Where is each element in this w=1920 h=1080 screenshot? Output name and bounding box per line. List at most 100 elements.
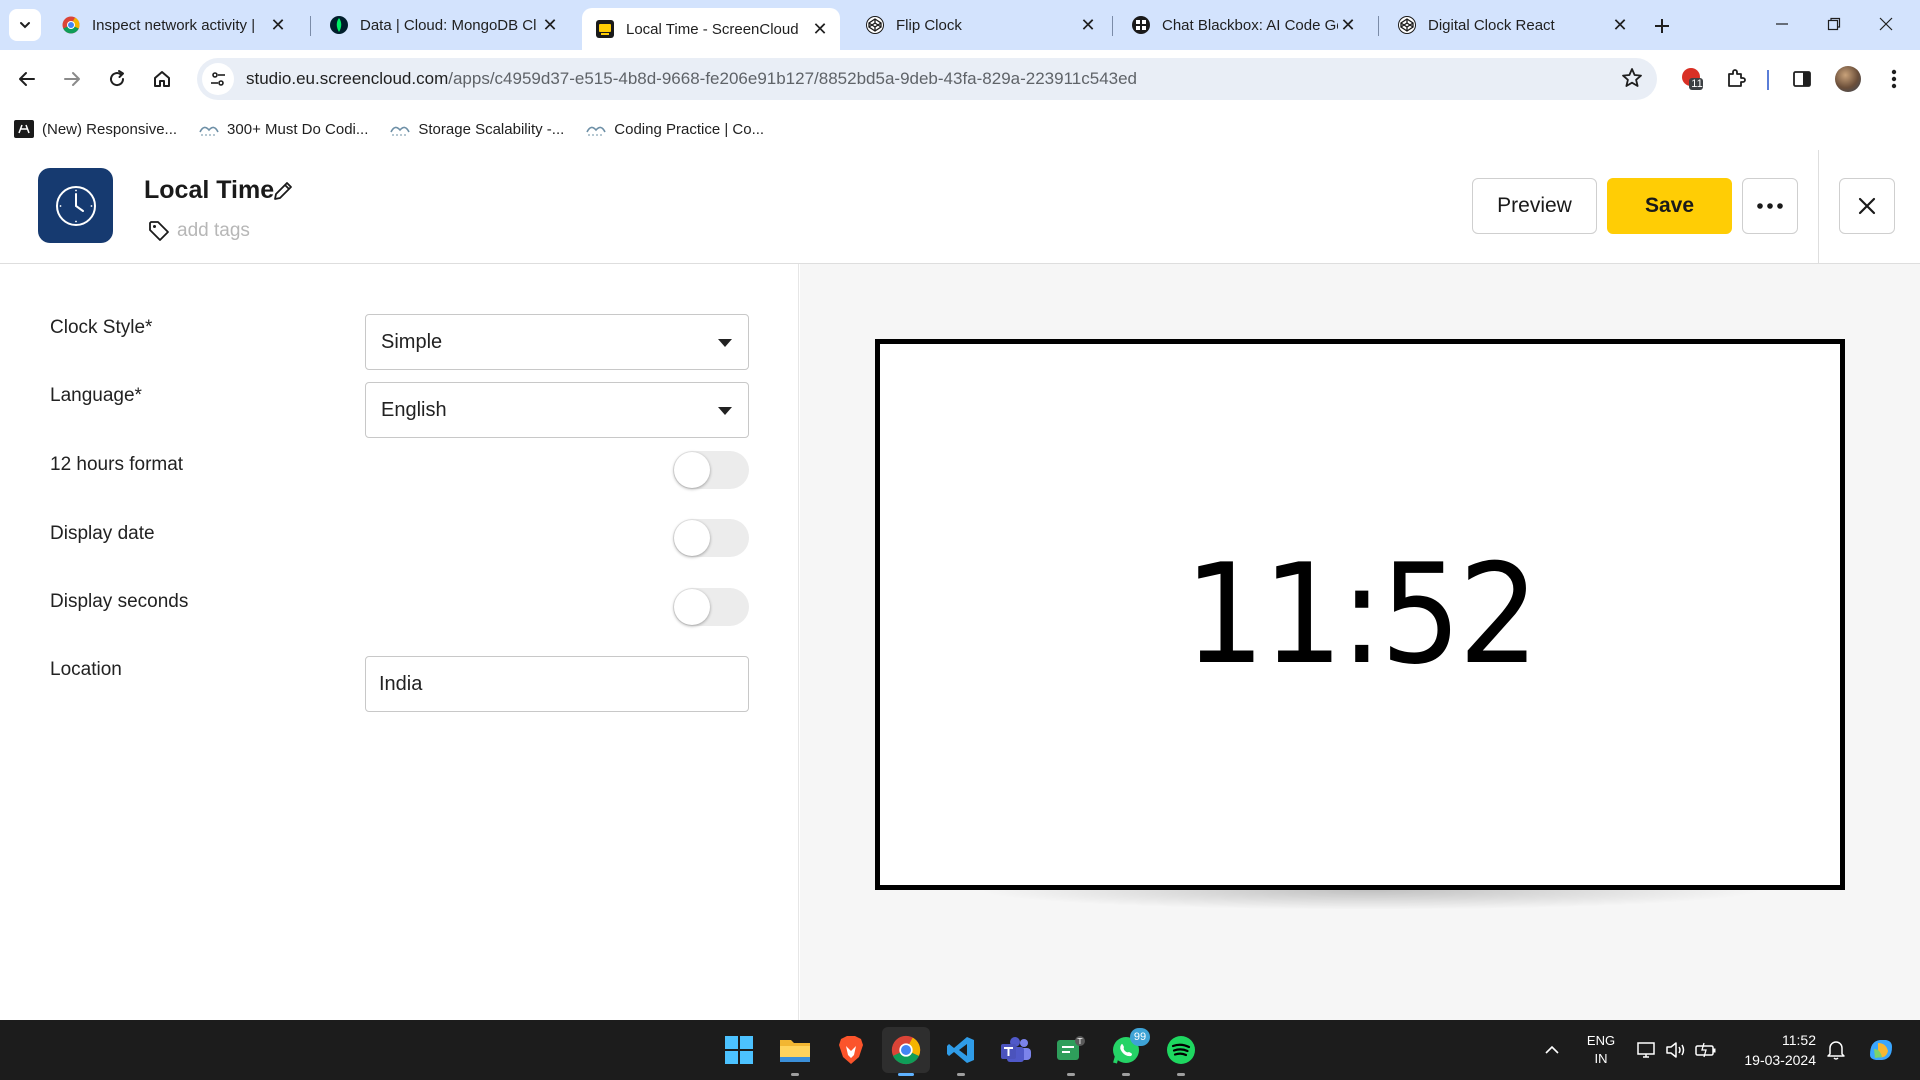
more-options-button[interactable]	[1742, 178, 1798, 234]
toggle-knob	[674, 452, 710, 488]
close-icon[interactable]: ✕	[810, 19, 830, 39]
file-explorer-icon[interactable]	[775, 1030, 815, 1076]
more-horizontal-icon	[1757, 203, 1783, 209]
arrow-right-icon	[64, 72, 80, 86]
codepen-icon	[1398, 16, 1416, 34]
bookmark-item[interactable]: (New) Responsive...	[14, 120, 177, 138]
copilot-icon[interactable]	[1866, 1035, 1896, 1065]
codepen-icon	[866, 16, 884, 34]
bookmark-item[interactable]: 300+ Must Do Codi...	[199, 120, 368, 138]
tab-flip-clock[interactable]: Flip Clock ✕	[852, 8, 1108, 42]
side-panel-button[interactable]	[1786, 63, 1818, 95]
input-language-indicator[interactable]: ENG IN	[1583, 1032, 1619, 1068]
tab-digital-clock-react[interactable]: Digital Clock React ✕	[1384, 8, 1640, 42]
running-indicator	[791, 1073, 799, 1076]
bookmark-item[interactable]: Storage Scalability -...	[390, 120, 564, 138]
running-indicator	[1177, 1073, 1185, 1076]
home-button[interactable]	[146, 63, 178, 95]
window-close-button[interactable]	[1866, 10, 1906, 38]
arrow-left-icon	[19, 72, 35, 86]
tab-title: Inspect network activity |	[92, 16, 256, 34]
windows-taskbar: T 99 ENG IN 11:52 19-03-2024	[0, 1020, 1920, 1080]
notification-badge: 99	[1130, 1028, 1150, 1046]
spotify-icon[interactable]	[1161, 1030, 1201, 1076]
restore-button[interactable]	[1814, 10, 1854, 38]
url-text: studio.eu.screencloud.com/apps/c4959d37-…	[246, 69, 1137, 89]
clock-style-value: Simple	[381, 330, 443, 353]
clock-style-select[interactable]: Simple	[365, 314, 749, 370]
close-icon[interactable]: ✕	[1610, 15, 1630, 35]
chevron-up-icon[interactable]	[1540, 1038, 1564, 1062]
windows-start-icon[interactable]	[719, 1030, 759, 1070]
location-input[interactable]: India	[365, 656, 749, 712]
notifications-bell-icon[interactable]	[1824, 1038, 1848, 1062]
clock-style-label: Clock Style*	[50, 317, 153, 338]
tab-title: Digital Clock React	[1428, 16, 1555, 34]
page-title: Local Time	[144, 176, 275, 204]
screencloud-icon	[596, 20, 614, 38]
site-info-button[interactable]	[202, 63, 234, 95]
profile-avatar-button[interactable]	[1832, 63, 1864, 95]
tab-search-button[interactable]	[9, 9, 41, 41]
browser-toolbar: studio.eu.screencloud.com/apps/c4959d37-…	[0, 50, 1920, 108]
tab-chat-blackbox[interactable]: Chat Blackbox: AI Code Ge ✕	[1118, 8, 1368, 42]
display-seconds-toggle[interactable]	[673, 588, 749, 626]
brave-browser-icon[interactable]	[831, 1030, 871, 1070]
close-icon[interactable]: ✕	[268, 15, 288, 35]
close-icon[interactable]: ✕	[540, 15, 560, 35]
caret-down-icon	[718, 339, 732, 347]
running-indicator	[957, 1073, 965, 1076]
language-select[interactable]: English	[365, 382, 749, 438]
add-tags-input[interactable]: add tags	[177, 220, 250, 242]
side-panel-icon	[1793, 71, 1811, 87]
tab-separator	[1112, 16, 1113, 36]
home-icon	[154, 71, 170, 87]
close-icon[interactable]: ✕	[1078, 15, 1098, 35]
reload-button[interactable]	[101, 63, 133, 95]
clock-app-icon	[38, 168, 113, 243]
running-indicator	[1067, 1073, 1075, 1076]
caret-down-icon	[718, 407, 732, 415]
speaker-icon[interactable]	[1664, 1038, 1688, 1062]
geeksforgeeks-icon	[390, 120, 411, 138]
teams-chat-icon[interactable]: T	[1051, 1030, 1091, 1076]
bookmarks-bar: (New) Responsive... 300+ Must Do Codi...…	[0, 108, 1920, 150]
hours-format-toggle[interactable]	[673, 451, 749, 489]
running-indicator	[1122, 1073, 1130, 1076]
new-tab-button[interactable]	[1648, 12, 1676, 40]
teams-icon[interactable]	[996, 1030, 1036, 1070]
browser-menu-button[interactable]	[1878, 63, 1910, 95]
preview-button[interactable]: Preview	[1472, 178, 1597, 234]
blackbox-icon	[1132, 16, 1150, 34]
minimize-button[interactable]	[1762, 10, 1802, 38]
tag-icon	[148, 220, 170, 242]
tab-title: Local Time - ScreenCloud	[626, 20, 799, 38]
forward-button[interactable]	[56, 63, 88, 95]
display-date-toggle[interactable]	[673, 519, 749, 557]
tab-mongodb[interactable]: Data | Cloud: MongoDB Cl ✕	[316, 8, 570, 42]
back-button[interactable]	[11, 63, 43, 95]
extensions-menu-button[interactable]	[1720, 63, 1752, 95]
address-bar[interactable]: studio.eu.screencloud.com/apps/c4959d37-…	[197, 58, 1657, 100]
chrome-icon[interactable]	[886, 1030, 926, 1076]
tune-icon	[211, 72, 225, 86]
pencil-icon[interactable]	[272, 180, 294, 202]
tab-inspect-network[interactable]: Inspect network activity | ✕	[48, 8, 298, 42]
bookmark-label: Storage Scalability -...	[418, 120, 565, 138]
tab-local-time-screencloud[interactable]: Local Time - ScreenCloud ✕	[582, 8, 840, 50]
bookmark-item[interactable]: Coding Practice | Co...	[586, 120, 764, 138]
system-clock[interactable]: 11:52 19-03-2024	[1700, 1030, 1816, 1070]
vscode-icon[interactable]	[941, 1030, 981, 1076]
close-app-button[interactable]	[1839, 178, 1895, 234]
url-path: /apps/c4959d37-e515-4b8d-9668-fe206e91b1…	[448, 69, 1138, 88]
save-button[interactable]: Save	[1607, 178, 1732, 234]
close-icon	[1879, 17, 1893, 31]
whatsapp-icon[interactable]: 99	[1106, 1028, 1150, 1076]
chrome-icon	[62, 16, 80, 34]
bookmark-star-icon[interactable]	[1621, 67, 1643, 94]
language-value: English	[381, 398, 447, 421]
network-icon[interactable]	[1635, 1038, 1659, 1062]
close-icon[interactable]: ✕	[1338, 15, 1358, 35]
restore-icon	[1827, 17, 1841, 31]
extension-button[interactable]: 11	[1676, 63, 1708, 95]
